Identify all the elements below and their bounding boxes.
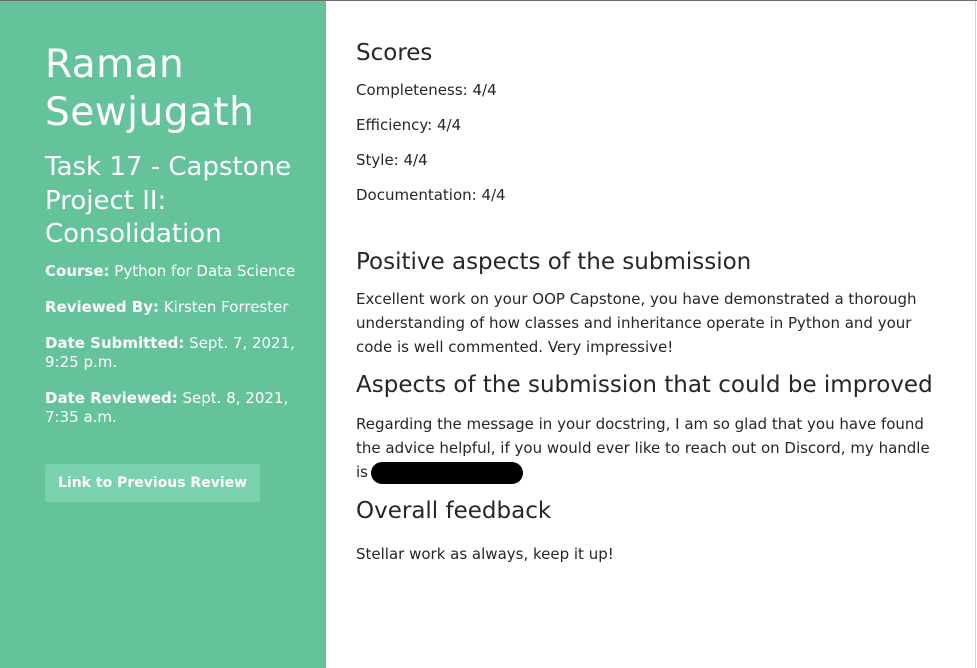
review-page: Raman Sewjugath Task 17 - Capstone Proje… (0, 0, 977, 668)
score-completeness: Completeness: 4/4 (356, 81, 497, 99)
review-sidebar: Raman Sewjugath Task 17 - Capstone Proje… (0, 1, 326, 668)
date-submitted-label: Date Submitted: (45, 333, 185, 352)
score-style: Style: 4/4 (356, 151, 428, 169)
score-efficiency: Efficiency: 4/4 (356, 116, 462, 134)
previous-review-link[interactable]: Link to Previous Review (45, 463, 261, 502)
improve-heading: Aspects of the submission that could be … (356, 372, 933, 398)
date-submitted-info: Date Submitted: Sept. 7, 2021, 9:25 p.m. (45, 334, 296, 372)
course-label: Course: (45, 261, 110, 280)
overall-text: Stellar work as always, keep it up! (356, 545, 614, 563)
positive-text: Excellent work on your OOP Capstone, you… (356, 290, 917, 356)
scores-heading: Scores (356, 40, 433, 66)
date-reviewed-info: Date Reviewed: Sept. 8, 2021, 7:35 a.m. (45, 389, 296, 427)
date-reviewed-label: Date Reviewed: (45, 388, 178, 407)
review-content: Scores Completeness: 4/4 Efficiency: 4/4… (326, 1, 976, 668)
student-name: Raman Sewjugath (45, 42, 255, 135)
redacted-handle (370, 461, 523, 484)
overall-heading: Overall feedback (356, 498, 552, 524)
reviewed-by-value: Kirsten Forrester (163, 297, 289, 316)
task-title: Task 17 - Capstone Project II: Consolida… (45, 152, 292, 249)
positive-heading: Positive aspects of the submission (356, 249, 752, 275)
reviewed-by-label: Reviewed By: (45, 297, 160, 316)
improve-paragraph: Regarding the message in your docstring,… (356, 412, 945, 484)
reviewer-info: Reviewed By: Kirsten Forrester (45, 298, 296, 317)
course-info: Course: Python for Data Science (45, 262, 296, 281)
course-value: Python for Data Science (114, 261, 296, 280)
score-documentation: Documentation: 4/4 (356, 186, 506, 204)
